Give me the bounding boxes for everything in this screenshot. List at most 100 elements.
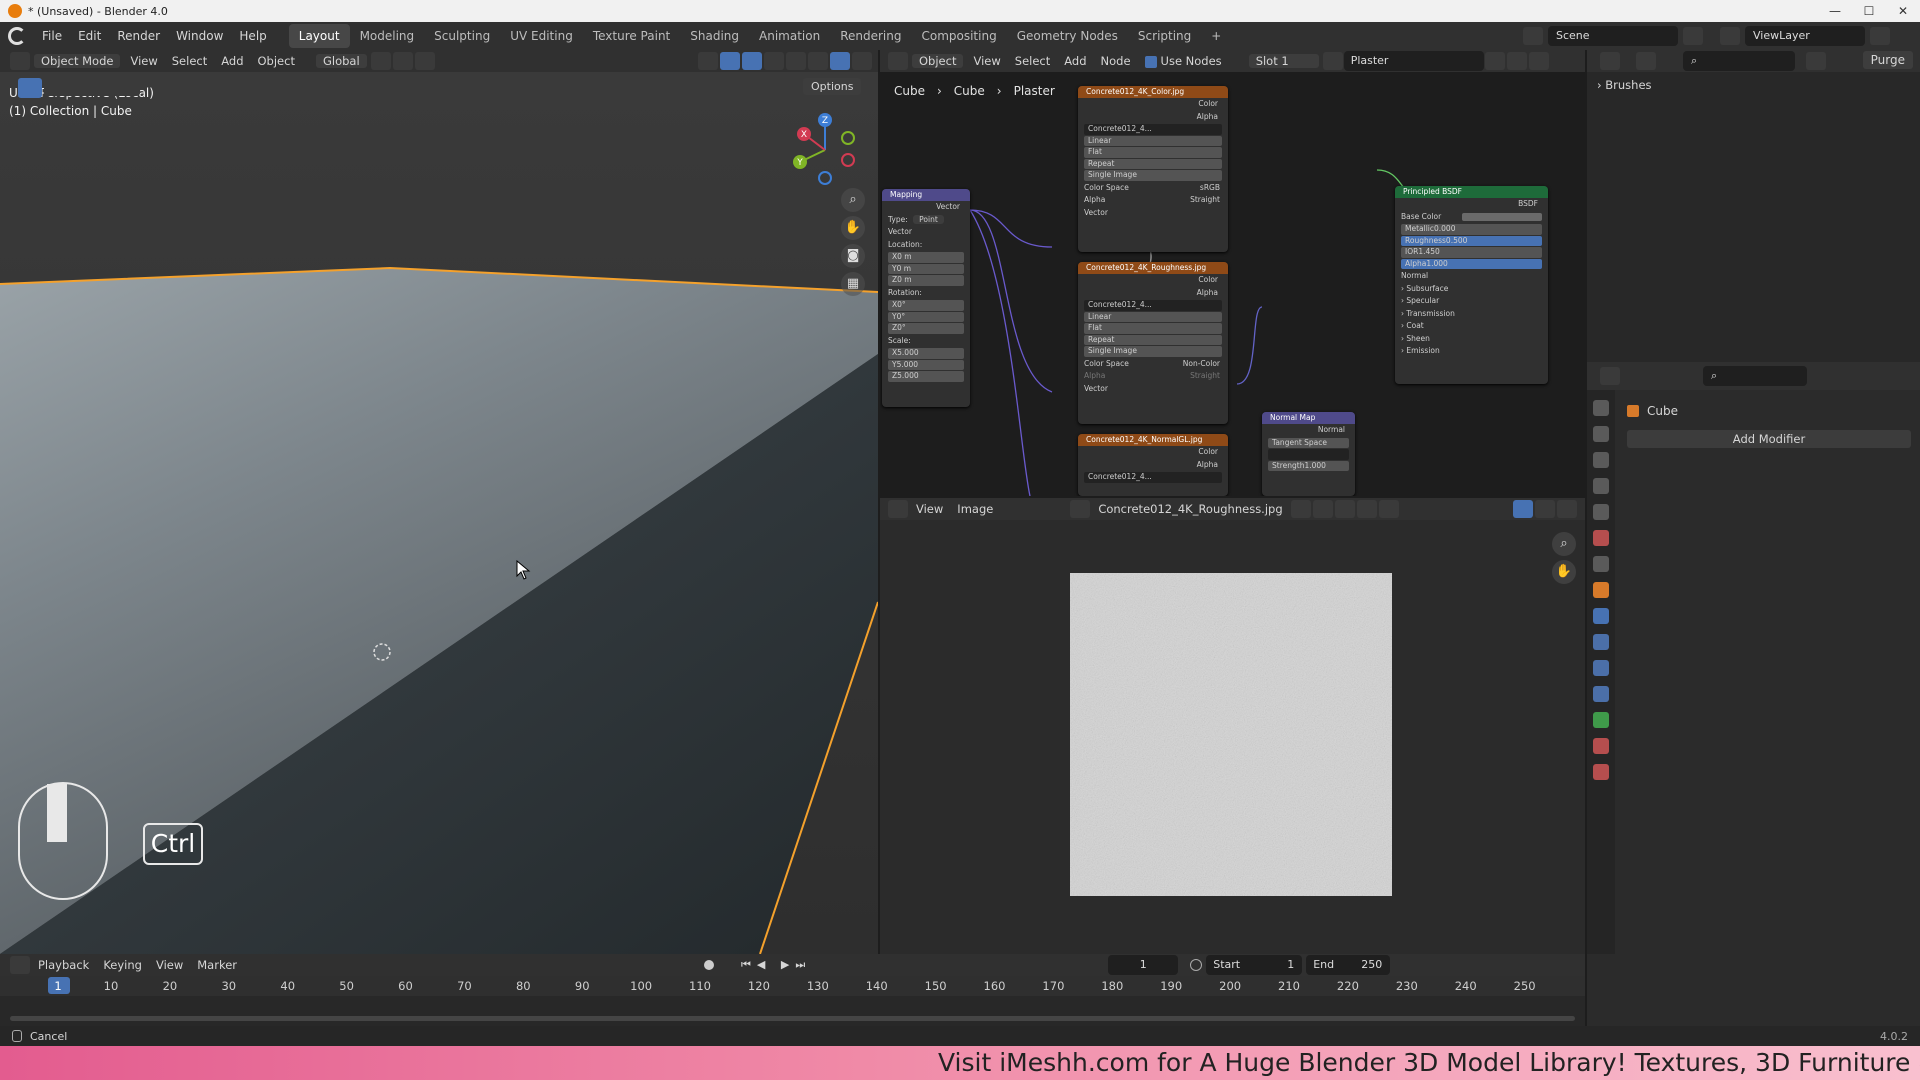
normal-map-output[interactable]: Normal — [1262, 424, 1355, 437]
image-browse-icon[interactable] — [1070, 500, 1091, 518]
menu-file[interactable]: File — [34, 29, 70, 43]
data-tab-icon[interactable] — [1593, 712, 1609, 728]
viewport-menu-add[interactable]: Add — [214, 54, 250, 68]
properties-search-input[interactable]: ⌕ — [1703, 366, 1807, 386]
mapping-rot-z-field[interactable]: Z0° — [888, 323, 964, 334]
wireframe-shading-icon[interactable] — [786, 52, 806, 70]
timeline-menu-playback[interactable]: Playback — [31, 958, 96, 972]
minimize-button[interactable]: — — [1818, 0, 1852, 22]
menu-render[interactable]: Render — [109, 29, 168, 43]
image-display-mode-icon[interactable] — [1557, 500, 1577, 518]
image-menu-view[interactable]: View — [909, 502, 950, 516]
scene-tab-icon[interactable] — [1593, 504, 1609, 520]
outliner-editor-icon[interactable] — [1600, 52, 1620, 70]
tab-rendering[interactable]: Rendering — [830, 24, 911, 48]
new-scene-icon[interactable] — [1683, 27, 1703, 45]
image-unlink-icon[interactable] — [1356, 500, 1377, 518]
constraints-tab-icon[interactable] — [1593, 686, 1609, 702]
options-dropdown[interactable]: Options — [803, 78, 862, 95]
ortho-grid-icon[interactable]: ▦ — [841, 272, 865, 296]
slot-dropdown[interactable]: Slot 1 — [1248, 54, 1319, 68]
roughness-texture-source[interactable]: Single Image — [1084, 346, 1222, 357]
image-gizmo-icon[interactable] — [1513, 500, 1533, 518]
color-texture-node[interactable]: Concrete012_4K_Color.jpg Color Alpha Con… — [1078, 86, 1228, 252]
transform-orientation-dropdown[interactable]: Global — [315, 54, 367, 68]
color-texture-projection[interactable]: Flat — [1084, 147, 1222, 158]
tab-compositing[interactable]: Compositing — [911, 24, 1006, 48]
roughness-texture-node[interactable]: Concrete012_4K_Roughness.jpg Color Alpha… — [1078, 262, 1228, 424]
pan-hand-icon[interactable]: ✋ — [841, 216, 865, 240]
bsdf-output[interactable]: BSDF — [1395, 198, 1548, 211]
roughness-texture-image-field[interactable]: Concrete012_4... — [1084, 300, 1222, 311]
purge-button[interactable]: Purge — [1862, 51, 1913, 69]
select-mode-icons[interactable] — [44, 80, 140, 96]
normal-map-strength-field[interactable]: Strength1.000 — [1268, 460, 1349, 471]
timeline-menu-keying[interactable]: Keying — [96, 958, 149, 972]
physics-tab-icon[interactable] — [1593, 660, 1609, 676]
roughness-texture-output-color[interactable]: Color — [1078, 274, 1228, 287]
rough-color-space-dropdown[interactable]: Non-Color — [1183, 358, 1220, 371]
normal-texture-node[interactable]: Concrete012_4K_NormalGL.jpg Color Alpha … — [1078, 434, 1228, 496]
ior-field[interactable]: IOR1.450 — [1401, 247, 1542, 258]
solid-shading-icon[interactable] — [808, 52, 828, 70]
node-menu-select[interactable]: Select — [1008, 54, 1057, 68]
mapping-type-dropdown[interactable]: Point — [913, 214, 944, 224]
image-overlay-icon[interactable] — [1535, 500, 1555, 518]
mapping-rot-x-field[interactable]: X0° — [888, 300, 964, 311]
material-tab-icon[interactable] — [1593, 738, 1609, 754]
transmission-panel[interactable]: › Transmission — [1395, 308, 1548, 321]
unlink-material-icon[interactable] — [1528, 52, 1549, 70]
outliner[interactable]: › Brushes — [1587, 72, 1920, 362]
mapping-loc-z-field[interactable]: Z0 m — [888, 275, 964, 286]
output-tab-icon[interactable] — [1593, 452, 1609, 468]
mapping-input-vector[interactable]: Vector — [882, 226, 970, 239]
mapping-node[interactable]: Mapping Vector Type: Point Vector Locati… — [882, 189, 970, 407]
start-frame-field[interactable]: Start 1 — [1206, 955, 1303, 975]
image-name-field[interactable]: Concrete012_4K_Roughness.jpg — [1091, 502, 1289, 516]
node-editor-type-icon[interactable] — [888, 52, 908, 70]
image-open-icon[interactable] — [1334, 500, 1355, 518]
node-menu-node[interactable]: Node — [1094, 54, 1138, 68]
material-field[interactable]: Plaster — [1343, 51, 1484, 71]
color-texture-input-vector[interactable]: Vector — [1078, 207, 1228, 220]
timeline-editor-icon[interactable] — [10, 956, 30, 974]
base-color-swatch[interactable] — [1462, 212, 1542, 221]
new-view-layer-icon[interactable] — [1870, 27, 1890, 45]
proportional-edit-icon[interactable] — [414, 52, 435, 70]
outliner-search-input[interactable]: ⌕ — [1683, 51, 1795, 71]
image-pan-icon[interactable]: ✋ — [1552, 560, 1576, 584]
viewport-3d[interactable]: User Perspective (Local) (1) Collection … — [0, 72, 878, 954]
object-tab-icon[interactable] — [1593, 582, 1609, 598]
emission-panel[interactable]: › Emission — [1395, 345, 1548, 358]
roughness-field[interactable]: Roughness0.500 — [1401, 235, 1542, 246]
editor-type-icon[interactable] — [10, 52, 30, 70]
principled-bsdf-node[interactable]: Principled BSDF BSDF Base Color Metallic… — [1395, 186, 1548, 384]
normal-map-color-field[interactable] — [1268, 449, 1349, 460]
mapping-scale-y-field[interactable]: Y5.000 — [888, 359, 964, 370]
playback-controls-icon[interactable]: ⏮◀ ▶⏭ — [734, 958, 818, 972]
bsdf-normal-input[interactable]: Normal — [1395, 270, 1548, 283]
modifier-tab-icon[interactable] — [1593, 608, 1609, 624]
pivot-icon[interactable] — [370, 52, 391, 70]
mapping-loc-x-field[interactable]: X0 m — [888, 252, 964, 263]
node-menu-view[interactable]: View — [966, 54, 1007, 68]
mapping-scale-z-field[interactable]: Z5.000 — [888, 371, 964, 382]
outliner-funnel-icon[interactable] — [1806, 52, 1826, 70]
tab-animation[interactable]: Animation — [749, 24, 830, 48]
menu-window[interactable]: Window — [168, 29, 231, 43]
navigation-gizmo[interactable]: Z Y X — [790, 110, 860, 190]
fake-user-icon[interactable] — [1484, 52, 1505, 70]
alpha-field[interactable]: Alpha1.000 — [1401, 258, 1542, 269]
sheen-panel[interactable]: › Sheen — [1395, 333, 1548, 346]
rendered-shading-icon[interactable] — [852, 52, 872, 70]
material-sphere-icon[interactable] — [1322, 52, 1343, 70]
node-object-dropdown[interactable]: Object — [912, 54, 964, 68]
outliner-item-brushes[interactable]: › Brushes — [1597, 78, 1652, 92]
tab-uv-editing[interactable]: UV Editing — [500, 24, 583, 48]
color-space-dropdown[interactable]: sRGB — [1200, 182, 1220, 195]
use-nodes-checkbox[interactable]: Use Nodes — [1138, 54, 1229, 68]
color-texture-image-field[interactable]: Concrete012_4... — [1084, 124, 1222, 135]
color-texture-source[interactable]: Single Image — [1084, 170, 1222, 181]
scene-field[interactable]: Scene — [1548, 26, 1678, 46]
timeline-menu-marker[interactable]: Marker — [190, 958, 244, 972]
